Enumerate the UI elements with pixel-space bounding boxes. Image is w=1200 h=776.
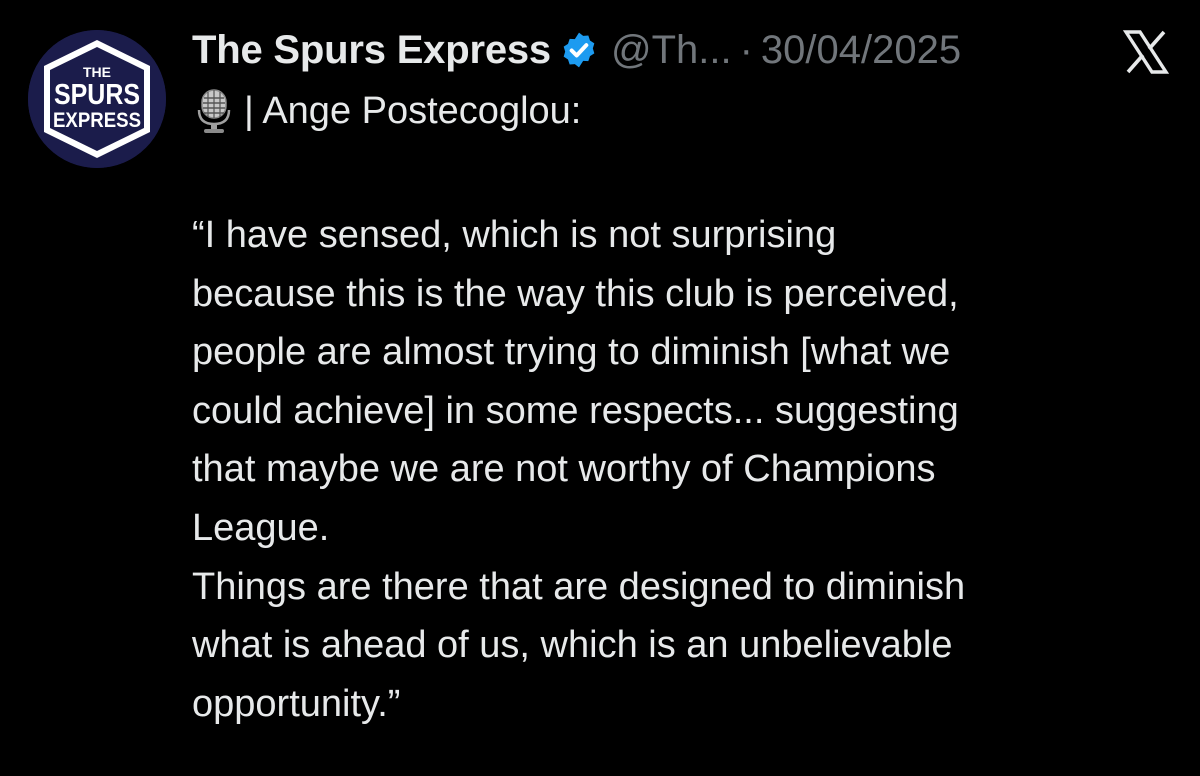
post-date[interactable]: 30/04/2025 xyxy=(761,28,961,73)
avatar-line-3: EXPRESS xyxy=(53,109,141,132)
subline-text: | Ange Postecoglou: xyxy=(244,89,582,132)
handle[interactable]: @Th... xyxy=(611,28,732,73)
tweet-body-line: “I have sensed, which is not surprising xyxy=(192,214,837,256)
tweet-body-line: what is ahead of us, which is an unbelie… xyxy=(192,624,953,667)
tweet-body-line: League. xyxy=(192,506,330,549)
tweet-body-line: Things are there that are designed to di… xyxy=(192,565,966,608)
tweet-body-line: could achieve] in some respects... sugge… xyxy=(192,389,959,432)
microphone-icon xyxy=(197,89,231,133)
tweet-body-line: opportunity.” xyxy=(192,682,401,725)
meta-separator: · xyxy=(739,27,753,72)
tweet-card[interactable]: THE SPURS EXPRESS The Spurs Express @Th.… xyxy=(0,0,1200,776)
tweet-subline: | Ange Postecoglou: xyxy=(194,88,581,134)
tweet-body-line: because this is the way this club is per… xyxy=(192,272,959,315)
tweet-body-line: that maybe we are not worthy of Champion… xyxy=(192,448,936,491)
avatar[interactable]: THE SPURS EXPRESS xyxy=(28,30,166,168)
spurs-express-logo: THE SPURS EXPRESS xyxy=(28,30,166,168)
avatar-line-1: THE xyxy=(83,64,111,80)
x-logo-icon[interactable] xyxy=(1122,30,1170,74)
display-name[interactable]: The Spurs Express xyxy=(192,28,551,73)
tweet-header: The Spurs Express @Th... · 30/04/2025 xyxy=(192,22,961,78)
verified-badge-icon[interactable] xyxy=(559,30,599,70)
tweet-body: “I have sensed, which is not surprising … xyxy=(192,206,1182,733)
avatar-line-2: SPURS xyxy=(54,79,140,111)
tweet-body-line: people are almost trying to diminish [wh… xyxy=(192,331,951,374)
